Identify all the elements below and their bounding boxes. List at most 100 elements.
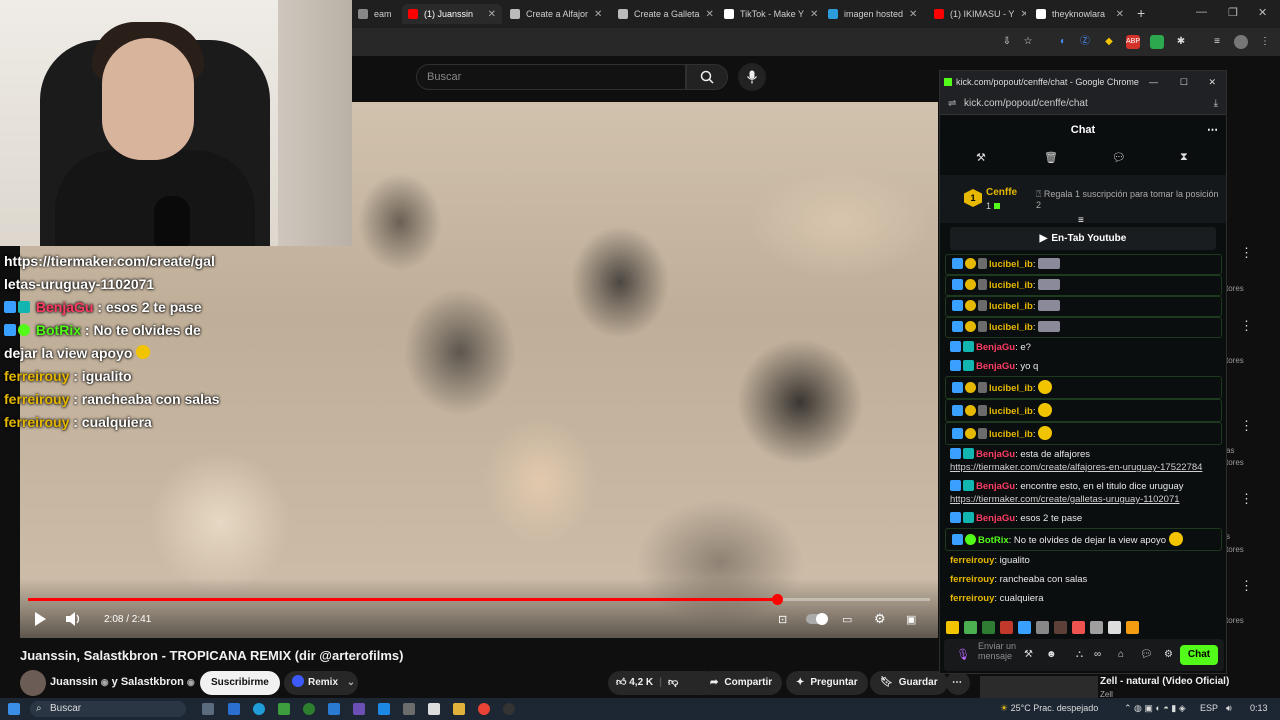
- chat-bubble-icon[interactable]: 💬︎: [1112, 151, 1126, 164]
- tab-close-icon[interactable]: ✕: [594, 9, 602, 20]
- emote-icon[interactable]: [1018, 621, 1031, 634]
- channel-collab-text[interactable]: y Salastkbron: [112, 676, 184, 688]
- app-icon[interactable]: [303, 703, 315, 715]
- app-icon[interactable]: [403, 703, 415, 715]
- chat-username[interactable]: lucibel_ib: [989, 301, 1033, 312]
- zoom-icon[interactable]: ⊡: [778, 612, 787, 626]
- miniplayer-icon[interactable]: ▣: [906, 612, 916, 626]
- more-actions-button[interactable]: ⋯: [946, 671, 970, 695]
- extension-icon[interactable]: ◐: [1056, 35, 1070, 49]
- minimize-icon[interactable]: —: [1149, 71, 1158, 93]
- chat-username[interactable]: BenjaGu: [976, 342, 1015, 353]
- play-button[interactable]: [34, 612, 46, 626]
- browser-tab[interactable]: Create a Alfajor ✕: [504, 4, 608, 24]
- emote-icon[interactable]: [1000, 621, 1013, 634]
- link-icon[interactable]: ∞: [1094, 649, 1101, 660]
- menu-icon[interactable]: ≡: [1210, 35, 1224, 49]
- browser-tab[interactable]: TikTok - Make Y ✕: [718, 4, 818, 24]
- chat-message[interactable]: lucibel_ib:: [945, 254, 1222, 275]
- chat-link[interactable]: https://tiermaker.com/create/galletas-ur…: [950, 493, 1218, 506]
- new-tab-button[interactable]: +: [1137, 5, 1145, 21]
- extension-icon[interactable]: [1150, 35, 1164, 49]
- progress-scrubber[interactable]: [771, 594, 783, 605]
- emote-icon[interactable]: [1036, 621, 1049, 634]
- emote-icon[interactable]: [1090, 621, 1103, 634]
- clock[interactable]: 0:13: [1250, 703, 1268, 713]
- recommended-thumbnail[interactable]: [980, 676, 1098, 698]
- chat-message[interactable]: BenjaGu: yo q: [944, 357, 1222, 376]
- chat-username[interactable]: lucibel_ib: [989, 259, 1033, 270]
- volume-button[interactable]: [66, 612, 82, 626]
- chat-message[interactable]: BenjaGu: esta de alfajores https://tierma…: [944, 445, 1222, 477]
- adblock-icon[interactable]: ABP: [1126, 35, 1140, 49]
- chat-username[interactable]: lucibel_ib: [989, 280, 1033, 291]
- chat-message[interactable]: lucibel_ib:: [945, 399, 1222, 422]
- settings-gear-icon[interactable]: ⚙: [874, 611, 886, 626]
- tab-close-icon[interactable]: ✕: [488, 9, 496, 20]
- people-icon[interactable]: ⛬: [1076, 649, 1083, 660]
- app-icon[interactable]: [503, 703, 515, 715]
- tools-icon[interactable]: ⚒: [1024, 649, 1033, 660]
- emoji-icon[interactable]: ☻: [1046, 649, 1057, 660]
- browser-tab[interactable]: (1) IKIMASU - Y ✕: [928, 4, 1026, 24]
- edge-icon[interactable]: [253, 703, 265, 715]
- app-icon[interactable]: [353, 703, 365, 715]
- minimize-icon[interactable]: —: [1196, 6, 1207, 18]
- profile-avatar[interactable]: [1234, 35, 1248, 49]
- chat-username[interactable]: BenjaGu: [976, 449, 1015, 460]
- chat-message[interactable]: lucibel_ib:: [945, 275, 1222, 296]
- microphone-icon[interactable]: 🎙︎: [956, 648, 970, 661]
- chat-username[interactable]: lucibel_ib: [989, 406, 1033, 417]
- emote-icon[interactable]: [1072, 621, 1085, 634]
- extension-icon[interactable]: Ⓩ: [1078, 35, 1092, 49]
- maximize-icon[interactable]: ❐: [1228, 6, 1238, 19]
- save-button[interactable]: 🔖︎ Guardar: [870, 671, 948, 695]
- emote-icon[interactable]: [1108, 621, 1121, 634]
- subscribe-button[interactable]: Suscribirme: [200, 671, 280, 695]
- chat-message[interactable]: BotRix: No te olvides de dejar la view a…: [945, 528, 1222, 551]
- chat-message[interactable]: BenjaGu: encontre esto, en el titulo dic…: [944, 477, 1222, 509]
- progress-bar[interactable]: [28, 594, 930, 605]
- voice-search-button[interactable]: [738, 63, 766, 91]
- site-info-icon[interactable]: ⇌: [948, 93, 956, 115]
- emote-icon[interactable]: [946, 621, 959, 634]
- chat-message[interactable]: lucibel_ib:: [945, 422, 1222, 445]
- emote-icon[interactable]: [1126, 621, 1139, 634]
- volume-icon[interactable]: 🔊︎: [1226, 703, 1232, 714]
- trash-icon[interactable]: 🗑︎: [1044, 151, 1058, 164]
- en-tab-youtube[interactable]: ▶ En-Tab Youtube: [950, 227, 1216, 250]
- hammer-icon[interactable]: ⚒: [976, 151, 986, 164]
- search-input[interactable]: Buscar: [416, 64, 686, 90]
- recommended-title[interactable]: Zell - natural (Video Oficial): [1100, 676, 1229, 687]
- more-options-icon[interactable]: ⋮: [1240, 245, 1253, 261]
- channel-name-text[interactable]: Juanssin: [50, 676, 98, 688]
- expand-icon[interactable]: ≡: [1078, 215, 1084, 226]
- tab-close-icon[interactable]: ✕: [1020, 9, 1026, 20]
- chat-message[interactable]: ferreirouy: igualito: [944, 551, 1222, 570]
- remix-button[interactable]: Remix ⌄: [284, 671, 358, 695]
- channel-avatar[interactable]: [20, 670, 46, 696]
- close-icon[interactable]: ✕: [1258, 6, 1267, 19]
- share-button[interactable]: ➦ Compartir: [700, 671, 783, 695]
- dislike-icon[interactable]: 👎︎: [668, 671, 678, 695]
- chat-username[interactable]: ferreirouy: [950, 555, 994, 566]
- emote-icon[interactable]: [982, 621, 995, 634]
- chat-message[interactable]: lucibel_ib:: [945, 296, 1222, 317]
- emote-icon[interactable]: [1054, 621, 1067, 634]
- chat-username[interactable]: ferreirouy: [950, 574, 994, 585]
- puzzle-icon[interactable]: ✱: [1174, 35, 1188, 49]
- extension-icon[interactable]: ◆: [1102, 35, 1116, 49]
- chat-message[interactable]: BenjaGu: e?: [944, 338, 1222, 357]
- chat-link[interactable]: https://tiermaker.com/create/alfajores-e…: [950, 461, 1218, 474]
- chat-username[interactable]: ferreirouy: [950, 593, 994, 604]
- more-options-icon[interactable]: ⋮: [1240, 578, 1253, 594]
- app-icon[interactable]: [228, 703, 240, 715]
- app-icon[interactable]: [428, 703, 440, 715]
- tab-close-icon[interactable]: ✕: [909, 9, 917, 20]
- browser-tab[interactable]: (1) Juanssin ✕: [402, 4, 502, 24]
- chrome-icon[interactable]: [478, 703, 490, 715]
- maximize-icon[interactable]: ☐: [1180, 71, 1188, 93]
- chat-message[interactable]: ferreirouy: cualquiera: [944, 589, 1222, 608]
- pinned-gift-banner[interactable]: 1 Cenffe 1 ⍰ Regala 1 suscripción para t…: [940, 175, 1226, 226]
- channel-name[interactable]: Juanssin ◉ y Salastkbron ◉: [50, 676, 195, 688]
